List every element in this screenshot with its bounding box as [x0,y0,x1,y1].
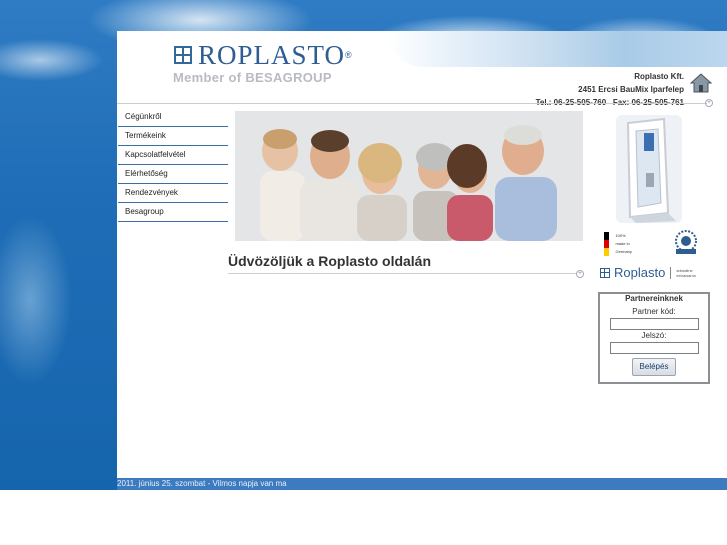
nav-item-elerhetoseg[interactable]: Elérhetőség [118,166,228,184]
header-cloud-banner [387,31,727,67]
brand-text: Roplasto [614,265,666,280]
logo-text: ROPLASTO [198,40,346,70]
partner-code-label: Partner kód: [632,307,676,316]
page-title: Üdvözöljük a Roplasto oldalán [228,253,432,269]
logo-registered-mark: ® [345,50,352,60]
nav-item-kapcsolatfelvetel[interactable]: Kapcsolatfelvétel [118,147,228,165]
divider-end-icon: + [705,99,713,107]
family-photo-illustration [235,111,583,241]
logo[interactable]: ROPLASTO ® [174,41,352,69]
partner-legend: Partnereinknek [624,294,684,303]
window-logo-icon [174,46,192,64]
brand-subtext-2: extrawaros [676,272,696,278]
made-in-line-2: made in [615,241,630,246]
title-divider-end-icon: + [576,270,584,278]
company-address: 2451 Ercsi BauMix Iparfelep [578,85,684,94]
title-divider [228,273,577,274]
nav-item-rendezvenyek[interactable]: Rendezvények [118,185,228,203]
window-profile-product-image [616,115,682,223]
password-input[interactable] [610,342,699,354]
partner-code-input[interactable] [610,318,699,330]
made-in-line-3: Germany [615,249,632,254]
german-flag-icon [604,232,609,256]
made-in-germany-badge: 100% made in Germany [604,232,632,256]
quality-seal-icon [675,230,697,254]
login-button[interactable]: Belépés [632,358,676,376]
home-icon[interactable] [690,73,712,93]
partner-login-box: Partnereinknek Partner kód: Jelszó: Belé… [598,292,710,384]
nav-item-termekeink[interactable]: Termékeink [118,128,228,146]
nav-item-cegunkrol[interactable]: Cégünkről [118,109,228,127]
made-in-line-1: 100% [615,233,626,238]
window-logo-small-icon [600,267,610,278]
company-name: Roplasto Kft. [634,72,684,81]
footer-date-text: 2011. június 25. szombat - Vilmos napja … [117,479,287,488]
nav-item-besagroup[interactable]: Besagroup [118,204,228,222]
password-label: Jelszó: [641,331,667,340]
brand-subtext-1: arbdaline [676,267,693,273]
sidebar-nav: Cégünkről Termékeink Kapcsolatfelvétel E… [118,109,228,223]
hero-family-photo [235,111,583,241]
header-divider [117,103,707,104]
roplasto-brand-mark: Roplasto arbdaline extrawaros [600,265,696,280]
tagline: Member of BESAGROUP [173,70,332,85]
